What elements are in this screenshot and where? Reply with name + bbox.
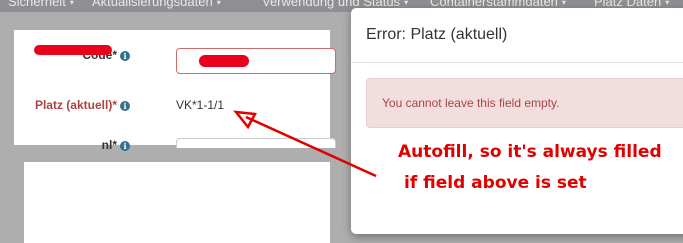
- arrow-shaft: [245, 115, 377, 178]
- annotation-arrow: [233, 110, 377, 178]
- annotation-line-1: Autofill, so it's always filled: [398, 142, 662, 162]
- arrow-head: [233, 110, 257, 130]
- annotation-line-2: if field above is set: [404, 173, 587, 193]
